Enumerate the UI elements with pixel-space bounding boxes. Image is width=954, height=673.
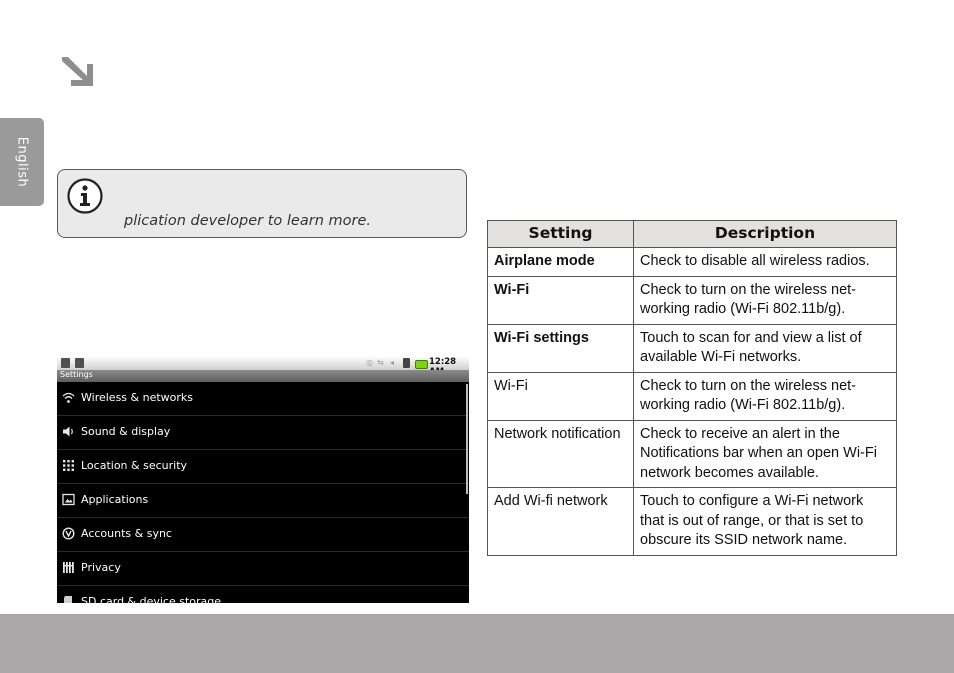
column-header-description: Description	[633, 220, 897, 248]
grid-icon	[63, 460, 74, 471]
table-row: Wi-Fi Check to turn on the wireless net-…	[487, 275, 897, 325]
screen-titlebar: Settings	[57, 370, 469, 382]
language-label: English	[14, 136, 30, 188]
table-row: Airplane mode Check to disable all wirel…	[487, 247, 897, 277]
setting-cell: Network notification	[487, 419, 634, 488]
menu-item-accounts[interactable]: Accounts & sync	[57, 518, 469, 552]
description-cell: Check to disable all wireless radios.	[633, 247, 897, 277]
apps-icon	[62, 493, 75, 506]
menu-label: Location & security	[81, 459, 188, 472]
table-row: Wi-Fi Check to turn on the wireless net-…	[487, 371, 897, 421]
note-box: plication developer to learn more.	[57, 169, 467, 238]
table-row: Wi-Fi settings Touch to scan for and vie…	[487, 323, 897, 373]
battery-icon	[415, 360, 428, 369]
table-row: Add Wi-fi network Touch to configure a W…	[487, 487, 897, 556]
menu-label: Sound & display	[81, 425, 171, 438]
menu-item-privacy[interactable]: Privacy	[57, 552, 469, 586]
sync-status-icon: ⇆	[377, 358, 384, 367]
settings-menu: Wireless & networks Sound & display Loca…	[57, 382, 469, 603]
status-bar: ◎ ⇆ ◂ 12:28 AM	[57, 356, 469, 377]
description-cell: Check to turn on the wireless net-workin…	[633, 371, 897, 421]
volume-icon: ◂	[390, 358, 395, 367]
wifi-icon	[62, 392, 75, 403]
description-cell: Touch to scan for and view a list of ava…	[633, 323, 897, 373]
menu-item-wireless[interactable]: Wireless & networks	[57, 382, 469, 416]
settings-table: Setting Description Airplane mode Check …	[487, 220, 897, 556]
description-cell: Check to receive an alert in the Notific…	[633, 419, 897, 488]
menu-label: Wireless & networks	[81, 391, 193, 404]
footer-band	[0, 614, 954, 673]
sim-icon	[403, 358, 410, 368]
gps-icon: ◎	[366, 358, 373, 367]
menu-label: Accounts & sync	[81, 527, 172, 540]
speaker-icon	[63, 426, 73, 437]
scrollbar[interactable]	[466, 384, 468, 494]
setting-cell: Wi-Fi	[487, 275, 634, 325]
screen-title: Settings	[60, 370, 93, 379]
menu-item-sdcard[interactable]: SD card & device storage	[57, 586, 469, 603]
arrow-down-right-icon	[62, 57, 93, 86]
menu-label: Applications	[81, 493, 149, 506]
menu-item-applications[interactable]: Applications	[57, 484, 469, 518]
setting-cell: Wi-Fi settings	[487, 323, 634, 373]
column-header-setting: Setting	[487, 220, 634, 248]
language-tab: English	[0, 118, 44, 206]
info-icon	[67, 178, 103, 214]
table-row: Network notification Check to receive an…	[487, 419, 897, 488]
description-cell: Check to turn on the wireless net-workin…	[633, 275, 897, 325]
table-header-row: Setting Description	[487, 220, 897, 248]
note-text: plication developer to learn more.	[124, 213, 371, 229]
setting-cell: Add Wi-fi network	[487, 487, 634, 556]
setting-cell: Airplane mode	[487, 247, 634, 277]
sync-icon	[62, 527, 75, 540]
menu-item-sound[interactable]: Sound & display	[57, 416, 469, 450]
usb-icon	[61, 358, 70, 368]
device-screenshot: ◎ ⇆ ◂ 12:28 AM Settings Wireless & netwo…	[57, 356, 469, 603]
sdcard-icon	[64, 596, 72, 603]
privacy-icon	[63, 562, 74, 573]
setting-cell: Wi-Fi	[487, 371, 634, 421]
usb-debug-icon	[75, 358, 84, 368]
menu-label: Privacy	[81, 561, 121, 574]
menu-item-location[interactable]: Location & security	[57, 450, 469, 484]
menu-label: SD card & device storage	[81, 595, 222, 603]
description-cell: Touch to configure a Wi-Fi network that …	[633, 487, 897, 556]
